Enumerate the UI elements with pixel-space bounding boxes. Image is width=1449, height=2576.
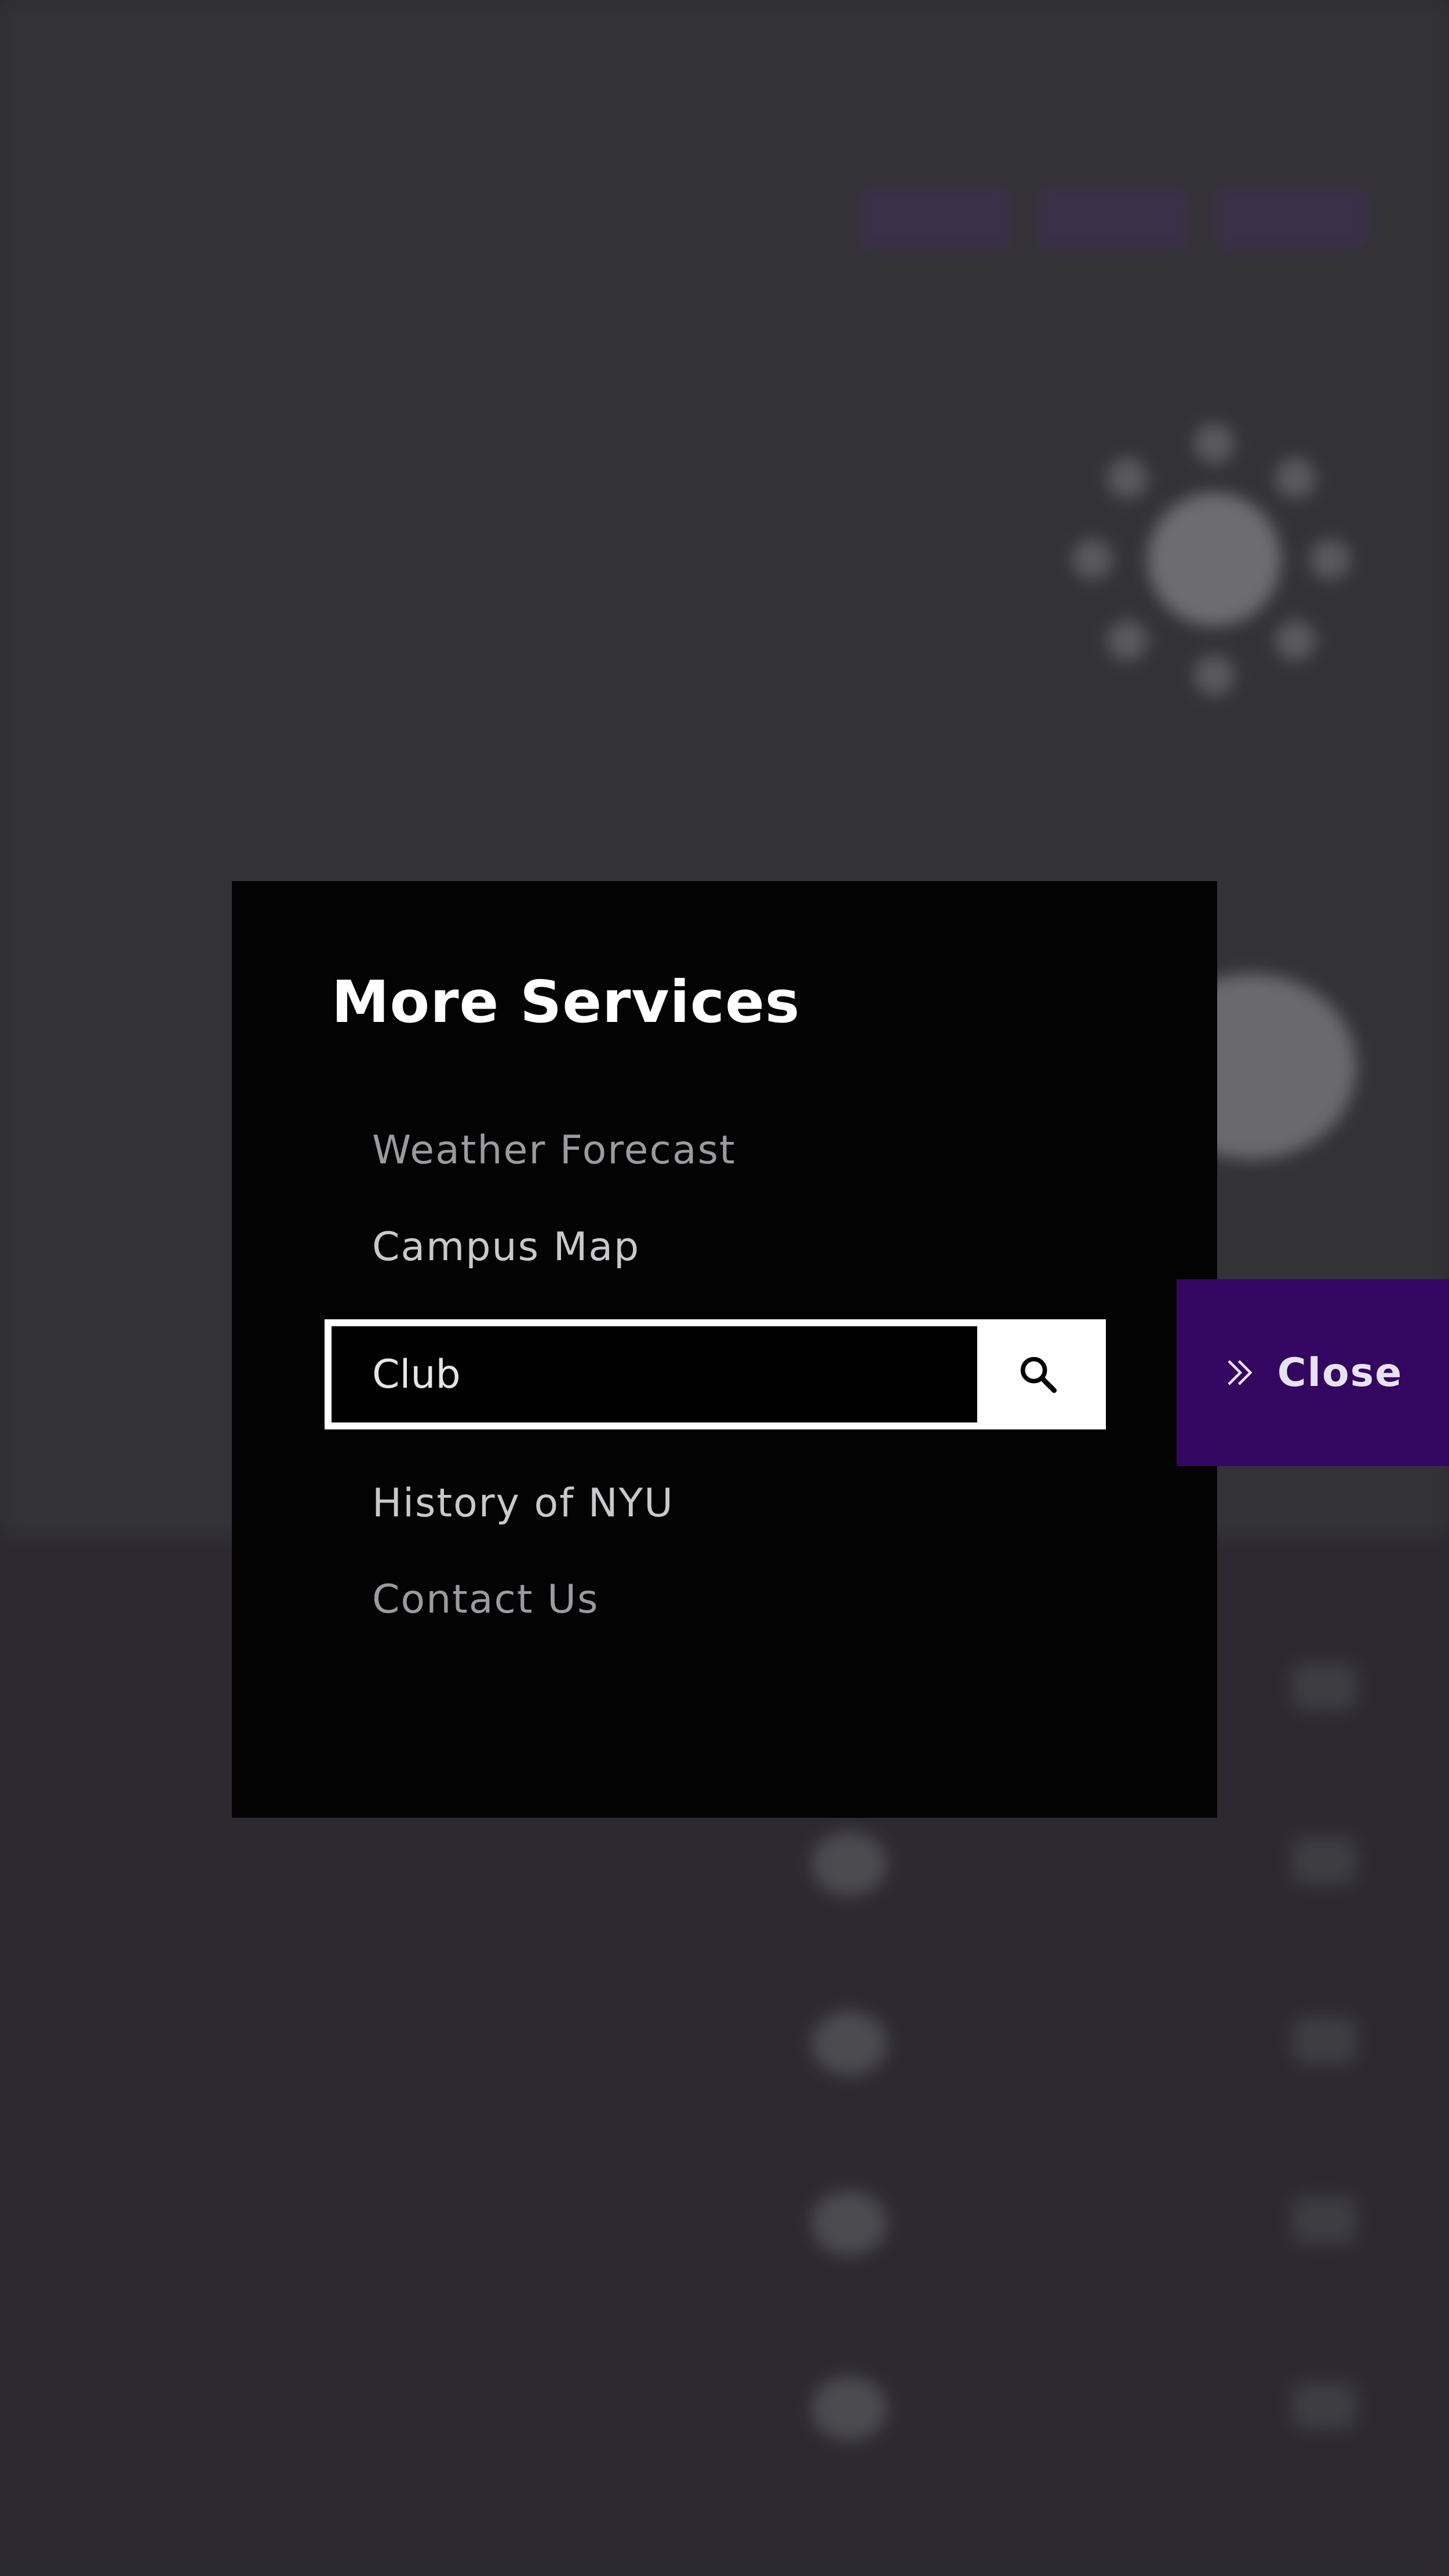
menu-link-weather-forecast[interactable]: Weather Forecast <box>372 1127 736 1173</box>
close-button[interactable]: Close <box>1177 1279 1449 1466</box>
sun-ray <box>1072 539 1113 580</box>
background-nav <box>858 185 1368 249</box>
sun-ray <box>1107 458 1148 499</box>
background-row <box>110 2353 1356 2469</box>
search-button[interactable] <box>977 1326 1099 1422</box>
menu-link-history-of-nyu[interactable]: History of NYU <box>372 1480 674 1526</box>
more-services-modal: More Services Weather Forecast Campus Ma… <box>232 881 1217 1818</box>
background-row <box>110 1988 1356 2104</box>
sun-ray <box>1275 620 1316 661</box>
search-input[interactable] <box>332 1326 977 1422</box>
search-box <box>325 1319 1106 1429</box>
sun-ray <box>1310 539 1350 580</box>
modal-title: More Services <box>332 968 800 1036</box>
background-row <box>110 2168 1356 2284</box>
background-row <box>110 1809 1356 1924</box>
menu-link-campus-map[interactable]: Campus Map <box>372 1224 640 1270</box>
sun-icon <box>1148 493 1281 626</box>
sun-ray <box>1194 423 1235 464</box>
double-chevron-right-icon <box>1228 1360 1253 1385</box>
search-icon <box>1020 1356 1057 1393</box>
sun-ray <box>1194 655 1235 696</box>
app-window: More Services Weather Forecast Campus Ma… <box>0 0 1449 2576</box>
close-label: Close <box>1277 1349 1403 1396</box>
menu-link-contact-us[interactable]: Contact Us <box>372 1577 599 1622</box>
sun-ray <box>1275 458 1316 499</box>
sun-ray <box>1107 620 1148 661</box>
